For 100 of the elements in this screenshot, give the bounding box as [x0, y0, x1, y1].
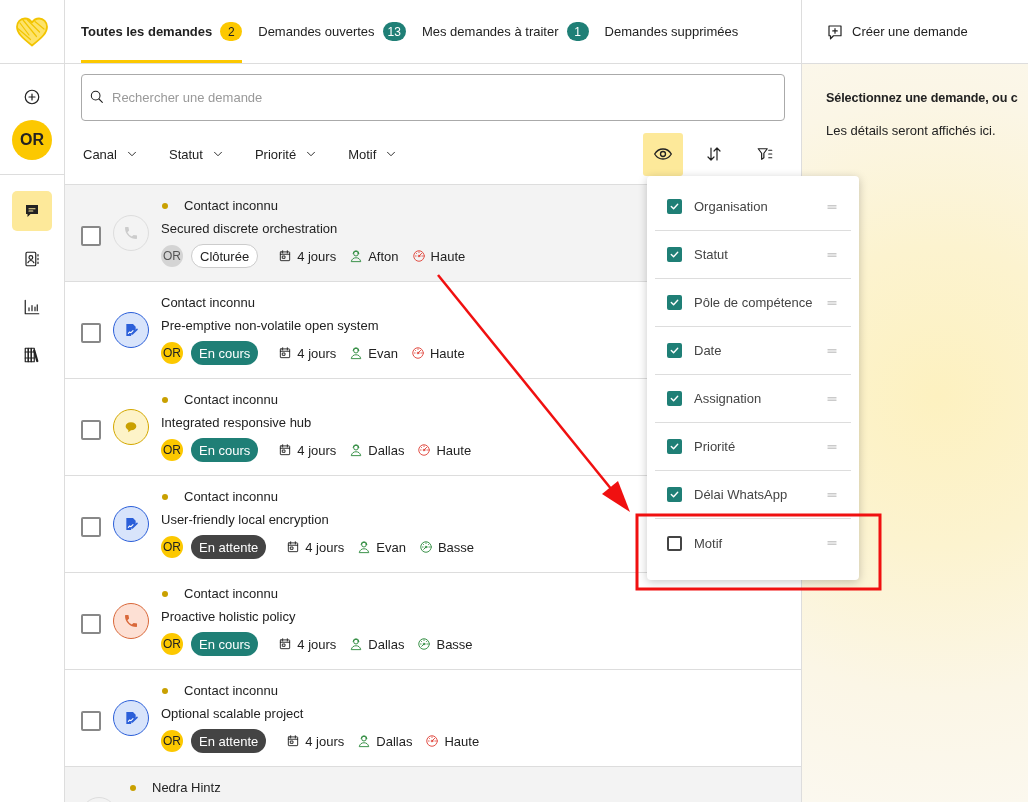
assignee-name: Dallas	[368, 442, 405, 458]
priority-label: Haute	[436, 442, 472, 458]
user-avatar[interactable]: OR	[12, 120, 52, 160]
chat-bubble-icon	[123, 419, 139, 435]
filter-dropdown[interactable]: Canal	[81, 146, 141, 162]
check-icon	[669, 393, 680, 404]
status-badge: En attente	[191, 535, 267, 559]
request-subject: Integrated responsive hub	[161, 415, 313, 430]
column-label: Date	[694, 343, 723, 358]
column-checkbox[interactable]	[667, 199, 682, 214]
gauge-icon	[411, 346, 425, 360]
row-checkbox[interactable]	[81, 614, 101, 634]
column-checkbox[interactable]	[667, 247, 682, 262]
count-badge: 1	[566, 22, 589, 41]
assignee-name: Evan	[368, 345, 398, 361]
gauge-icon	[417, 443, 432, 457]
row-checkbox[interactable]	[81, 420, 101, 440]
column-label: Assignation	[694, 391, 763, 406]
filter-dropdown[interactable]: Statut	[166, 146, 227, 162]
assignee-name: Dallas	[368, 636, 405, 652]
request-age: 4 jours	[297, 345, 337, 361]
calendar-icon	[278, 637, 293, 651]
status-badge: Clôturée	[191, 244, 259, 268]
column-label: Priorité	[694, 439, 737, 454]
request-age: 4 jours	[297, 442, 337, 458]
toolbar-button[interactable]	[643, 132, 683, 176]
tab[interactable]: Toutes les demandes 2	[81, 3, 243, 63]
document-pen-icon	[123, 322, 139, 338]
check-icon	[669, 441, 680, 452]
sort-arrows-icon	[705, 145, 723, 163]
document-pen-icon	[123, 516, 139, 532]
filter-dropdown[interactable]: Priorité	[252, 146, 321, 162]
organisation-avatar: OR	[161, 439, 183, 461]
request-age: 4 jours	[297, 636, 337, 652]
status-badge: En cours	[191, 632, 259, 656]
check-icon	[669, 489, 680, 500]
column-label: Organisation	[694, 199, 769, 214]
column-label: Délai WhatsApp	[694, 487, 789, 502]
books-icon	[23, 346, 41, 364]
status-badge: En cours	[191, 341, 259, 365]
gauge-icon	[411, 249, 426, 263]
empty-state-title: Sélectionnez une demande, ou c	[826, 91, 1019, 105]
column-checkbox[interactable]	[667, 343, 682, 358]
assignee-name: Evan	[376, 539, 406, 555]
count-badge: 13	[382, 22, 406, 41]
contact-name: Nedra Hintz	[152, 780, 221, 795]
add-circle-icon	[23, 88, 41, 106]
tab[interactable]: Mes demandes à traiter 1	[421, 3, 589, 63]
row-checkbox[interactable]	[81, 226, 101, 246]
calendar-icon	[278, 249, 293, 263]
column-checkbox[interactable]	[667, 439, 682, 454]
organisation-avatar: OR	[161, 342, 183, 364]
agent-icon	[349, 249, 364, 263]
gauge-icon	[417, 637, 432, 651]
filter-list-icon	[756, 145, 774, 163]
priority-label: Haute	[430, 345, 465, 361]
column-checkbox[interactable]	[667, 535, 682, 551]
check-icon	[669, 345, 680, 356]
priority-label: Basse	[437, 539, 475, 555]
tab[interactable]: Demandes ouvertes 13	[258, 3, 406, 63]
check-icon	[669, 201, 680, 212]
contact-name: Contact inconnu	[184, 683, 278, 698]
contact-name: Contact inconnu	[184, 198, 278, 213]
bar-chart-icon	[23, 298, 41, 316]
phone-icon	[123, 225, 139, 241]
document-pen-icon	[123, 710, 139, 726]
priority-label: Basse	[436, 636, 473, 652]
row-checkbox[interactable]	[81, 711, 101, 731]
request-age: 4 jours	[305, 539, 345, 555]
agent-icon	[349, 637, 364, 651]
column-label: Statut	[694, 247, 729, 262]
calendar-icon	[286, 540, 301, 554]
request-subject: User-friendly local encryption	[161, 512, 330, 527]
tab[interactable]: Demandes supprimées	[604, 3, 739, 63]
request-row[interactable]: Nedra Hintz	[65, 767, 801, 802]
assignee-name: Afton	[368, 248, 399, 264]
contact-card-icon	[23, 250, 41, 268]
row-checkbox[interactable]	[81, 517, 101, 537]
gauge-icon	[425, 734, 440, 748]
priority-label: Haute	[430, 248, 466, 264]
nav-button[interactable]	[12, 191, 52, 231]
status-badge: En attente	[191, 729, 267, 753]
organisation-avatar: OR	[161, 245, 183, 267]
contact-name: Contact inconnu	[161, 295, 255, 310]
column-checkbox[interactable]	[667, 391, 682, 406]
column-checkbox[interactable]	[667, 295, 682, 310]
row-checkbox[interactable]	[81, 323, 101, 343]
phone-icon	[123, 613, 139, 629]
agent-icon	[349, 443, 364, 457]
filter-dropdown[interactable]: Motif	[346, 146, 401, 162]
assignee-name: Dallas	[376, 733, 413, 749]
check-icon	[669, 249, 680, 260]
organisation-avatar: OR	[161, 730, 183, 752]
contact-name: Contact inconnu	[184, 586, 278, 601]
search-field[interactable]: Rechercher une demande	[81, 74, 785, 121]
column-checkbox[interactable]	[667, 487, 682, 502]
contact-name: Contact inconnu	[184, 489, 278, 504]
gauge-icon	[418, 540, 433, 554]
create-request-button[interactable]: Créer une demande	[826, 22, 968, 41]
chat-plus-icon	[826, 22, 844, 41]
